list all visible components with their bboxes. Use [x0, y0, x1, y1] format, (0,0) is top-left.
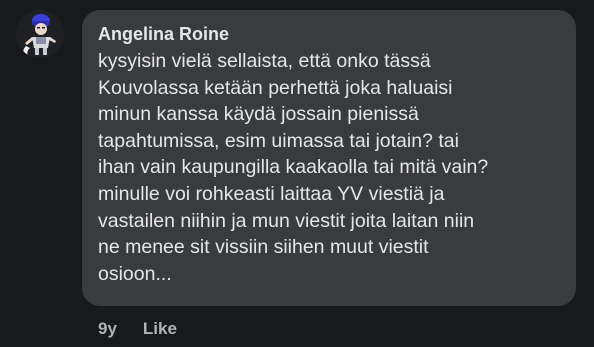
- comment-bubble: Angelina Roine kysyisin vielä sellaista,…: [82, 10, 576, 306]
- comment: Angelina Roine kysyisin vielä sellaista,…: [0, 0, 594, 347]
- profile-picture-icon: [16, 10, 64, 58]
- comment-author-name[interactable]: Angelina Roine: [98, 23, 560, 45]
- comment-text: kysyisin vielä sellaista, että onko täss…: [98, 50, 489, 285]
- comment-actions: 9y Like: [98, 319, 177, 339]
- comment-timestamp[interactable]: 9y: [98, 319, 117, 339]
- author-avatar[interactable]: [16, 10, 64, 58]
- like-button[interactable]: Like: [143, 319, 177, 339]
